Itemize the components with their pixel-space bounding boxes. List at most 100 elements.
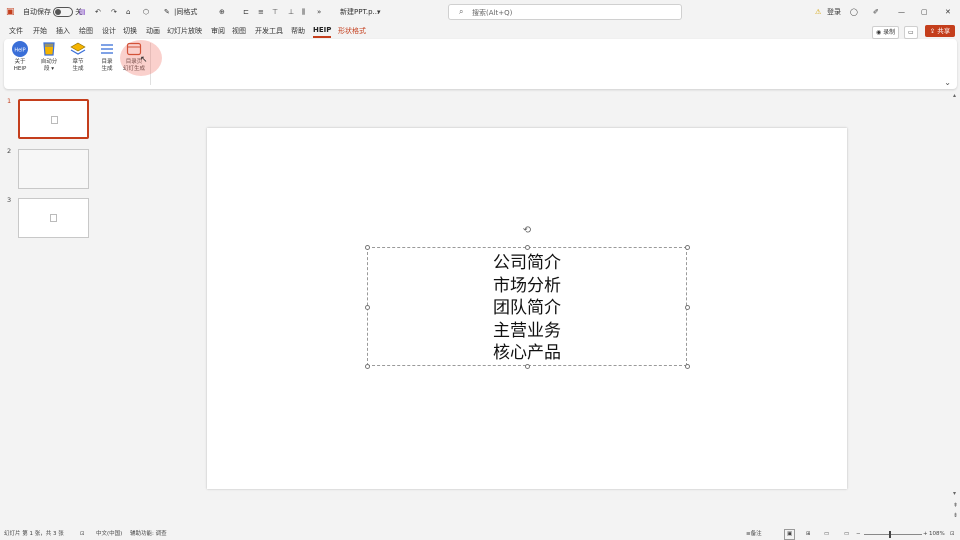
zoom-slider-thumb[interactable] — [889, 531, 891, 538]
tab-developer[interactable]: 开发工具 — [255, 24, 283, 38]
notes-button[interactable]: ≡备注 — [746, 529, 762, 540]
pen-icon[interactable]: ✐ — [873, 0, 879, 24]
text-box[interactable]: 公司简介 市场分析 团队简介 主营业务 核心产品 — [365, 245, 690, 369]
about-heip-button[interactable]: HeIP 关于 HEIP — [7, 41, 33, 73]
zoom-level[interactable]: 108% — [929, 529, 945, 540]
reading-view-icon[interactable]: ▭ — [824, 529, 829, 540]
tab-insert[interactable]: 插入 — [56, 24, 70, 38]
cup-icon — [41, 41, 57, 57]
slide-count-status: 幻灯片 第 1 张，共 3 张 — [4, 531, 64, 537]
text-box-content[interactable]: 公司简介 市场分析 团队简介 主营业务 核心产品 — [368, 252, 686, 365]
comments-button[interactable]: ▭ — [904, 26, 918, 39]
autosave-label: 自动保存 — [23, 8, 51, 16]
warning-icon[interactable]: ⚠ — [815, 0, 821, 24]
language-status[interactable]: 中文(中国) — [96, 529, 122, 540]
record-button[interactable]: ◉ 录制 — [872, 26, 900, 39]
chapter-generate-label: 章节 生成 — [72, 59, 84, 72]
resize-handle[interactable] — [365, 245, 370, 250]
auto-segment-label: 自动分 段 ▾ — [40, 59, 58, 72]
svg-text:HeIP: HeIP — [14, 48, 25, 54]
chevron-down-icon[interactable]: ▾ — [377, 0, 381, 24]
autosave-toggle[interactable]: 关 — [53, 0, 82, 24]
heip-logo-icon: HeIP — [12, 41, 28, 57]
zoom-in-icon[interactable]: + — [923, 529, 928, 540]
share-button[interactable]: ⇪ 共享 — [925, 25, 955, 37]
zoom-slider[interactable] — [864, 534, 922, 535]
more-commands-icon[interactable]: » — [317, 0, 321, 24]
spell-check-icon[interactable]: ⊡ — [80, 529, 85, 540]
tab-draw[interactable]: 绘图 — [79, 24, 93, 38]
tab-heip[interactable]: HEIP — [313, 24, 332, 38]
slide-thumbnail[interactable] — [18, 149, 89, 189]
sign-in-label[interactable]: 登录 — [827, 0, 841, 24]
tab-help[interactable]: 帮助 — [291, 24, 305, 38]
tab-review[interactable]: 审阅 — [211, 24, 225, 38]
align-middle-icon[interactable]: ⊥ — [288, 0, 294, 24]
next-slide-icon[interactable]: ⇟ — [953, 512, 958, 519]
tab-home[interactable]: 开始 — [33, 24, 47, 38]
slide-thumbnail-pane: 1 2 3 — [0, 92, 100, 522]
slide-thumbnail[interactable] — [18, 99, 89, 139]
slideshow-icon[interactable]: ▭ — [844, 529, 849, 540]
slide-canvas[interactable]: ⟲ 公司简介 市场分析 团队简介 主营业务 核心产品 — [207, 128, 847, 489]
tab-view[interactable]: 视图 — [232, 24, 246, 38]
vertical-scrollbar[interactable]: ▴ ▾ ⇞ ⇟ — [952, 92, 960, 522]
document-name[interactable]: 新建PPT.p... — [340, 0, 379, 24]
slide-sorter-icon[interactable]: ⊞ — [806, 529, 811, 540]
resize-handle[interactable] — [365, 305, 370, 310]
rotate-handle-icon[interactable]: ⟲ — [522, 226, 532, 236]
resize-handle[interactable] — [525, 364, 530, 369]
toc-generate-button[interactable]: 目录 生成 — [94, 41, 120, 73]
align-icon[interactable]: ⊏ — [243, 0, 249, 24]
mouse-cursor-icon: ↖ — [140, 55, 148, 65]
redo-icon[interactable]: ↷ — [111, 0, 117, 24]
tab-animations[interactable]: 动画 — [146, 24, 160, 38]
account-icon[interactable]: ◯ — [850, 0, 858, 24]
new-slide-icon[interactable]: ⊕ — [219, 0, 225, 24]
scroll-down-icon[interactable]: ▾ — [953, 490, 956, 497]
quick-access-item[interactable]: |同格式 — [174, 0, 197, 24]
align-bottom-icon[interactable]: ⫼ — [302, 0, 305, 24]
tab-file[interactable]: 文件 — [9, 24, 23, 38]
format-painter-icon[interactable]: ✎ — [164, 0, 170, 24]
status-bar: 幻灯片 第 1 张，共 3 张 ⊡ 中文(中国) 辅助功能: 调查 ≡备注 ▣ … — [0, 529, 960, 540]
share-icon: ⇪ — [929, 27, 936, 35]
slide-number: 2 — [7, 147, 12, 155]
powerpoint-logo-icon: ▣ — [6, 7, 15, 17]
menu-tabs: 文件 开始 插入 绘图 设计 切换 动画 幻灯片放映 审阅 视图 开发工具 帮助… — [0, 24, 960, 38]
align-top-icon[interactable]: ⊤ — [272, 0, 278, 24]
resize-handle[interactable] — [685, 245, 690, 250]
tab-shape-format[interactable]: 形状格式 — [338, 24, 366, 38]
restore-icon[interactable]: ▢ — [921, 0, 928, 24]
auto-segment-button[interactable]: 自动分 段 ▾ — [36, 41, 62, 73]
save-icon[interactable]: ▤ — [79, 0, 86, 24]
collapse-ribbon-icon[interactable]: ⌄ — [944, 78, 951, 87]
close-icon[interactable]: ✕ — [945, 0, 951, 24]
text-line: 核心产品 — [493, 343, 561, 363]
minimize-icon[interactable]: — — [898, 0, 905, 24]
search-box[interactable]: ⌕ 搜索(Alt+Q) — [448, 4, 682, 20]
distribute-icon[interactable]: ≡ — [258, 0, 264, 24]
eraser-icon[interactable]: ⬡ — [143, 0, 149, 24]
resize-handle[interactable] — [525, 245, 530, 250]
scroll-up-icon[interactable]: ▴ — [953, 92, 956, 99]
fit-to-window-icon[interactable]: ⊡ — [950, 529, 955, 540]
zoom-out-icon[interactable]: − — [856, 529, 861, 540]
normal-view-icon[interactable]: ▣ — [784, 529, 796, 540]
notes-label: 备注 — [750, 531, 762, 537]
text-line: 主营业务 — [493, 320, 561, 341]
tab-transitions[interactable]: 切换 — [123, 24, 137, 38]
start-from-beginning-icon[interactable]: ⌂ — [126, 0, 130, 24]
tab-design[interactable]: 设计 — [102, 24, 116, 38]
resize-handle[interactable] — [365, 364, 370, 369]
resize-handle[interactable] — [685, 305, 690, 310]
text-line: 公司简介 — [493, 253, 561, 273]
slide-number: 1 — [7, 97, 12, 105]
accessibility-status[interactable]: 辅助功能: 调查 — [130, 529, 167, 540]
slide-thumbnail[interactable] — [18, 198, 89, 238]
undo-icon[interactable]: ↶ — [95, 0, 101, 24]
tab-slideshow[interactable]: 幻灯片放映 — [167, 24, 202, 38]
chapter-generate-button[interactable]: 章节 生成 — [65, 41, 91, 73]
previous-slide-icon[interactable]: ⇞ — [953, 502, 958, 509]
resize-handle[interactable] — [685, 364, 690, 369]
